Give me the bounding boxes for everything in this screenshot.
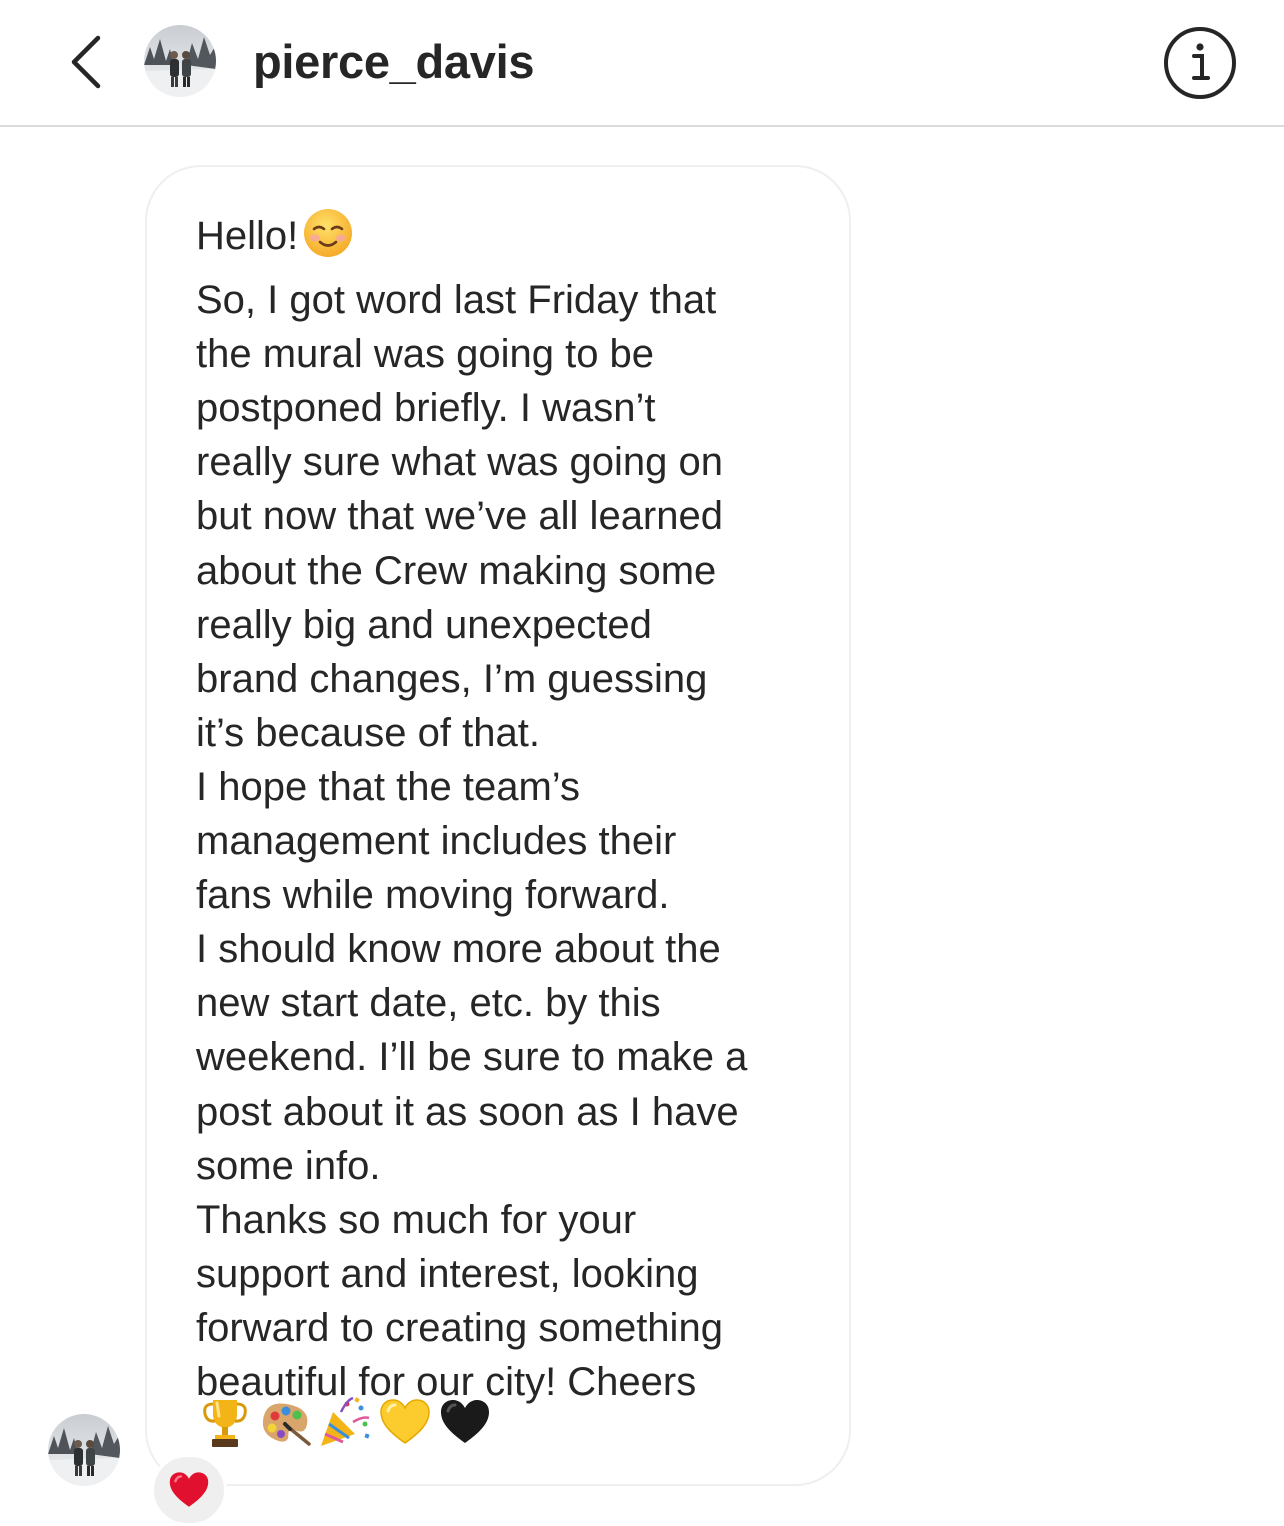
message-line: it’s because of that. xyxy=(196,710,540,755)
message-line: but now that we’ve all learned xyxy=(196,494,723,539)
message-text: Hello! So, I got word last Friday that t… xyxy=(196,207,816,1409)
red-heart-icon xyxy=(169,1472,209,1507)
chat-header: pierce_davis xyxy=(0,0,1284,127)
message-line: forward to creating something xyxy=(196,1305,723,1350)
message-line: post about it as soon as I have xyxy=(196,1089,739,1134)
info-circle-icon xyxy=(1164,27,1236,99)
avatar-photo xyxy=(144,25,216,97)
chevron-left-icon xyxy=(71,35,101,89)
message-line: management includes their xyxy=(196,819,677,864)
message-line: I should know more about the xyxy=(196,927,721,972)
message-line: brand changes, I’m guessing xyxy=(196,656,708,701)
message-line: fans while moving forward. xyxy=(196,873,670,918)
chat-username[interactable]: pierce_davis xyxy=(253,34,535,89)
sender-avatar[interactable] xyxy=(48,1414,120,1486)
message-line: I hope that the team’s xyxy=(196,764,580,809)
message-line: Thanks so much for your xyxy=(196,1197,637,1242)
message-line: about the Crew making some xyxy=(196,548,717,593)
trophy-icon xyxy=(196,1394,254,1450)
avatar[interactable] xyxy=(144,25,216,97)
message-line: weekend. I’ll be sure to make a xyxy=(196,1035,748,1080)
emoji-row xyxy=(196,1394,494,1450)
message-line: postponed briefly. I wasn’t xyxy=(196,386,656,431)
message-line: So, I got word last Friday that xyxy=(196,278,717,323)
party-popper-icon xyxy=(316,1394,374,1450)
black-heart-icon xyxy=(436,1394,494,1450)
message-line: Hello! xyxy=(196,214,299,258)
yellow-heart-icon xyxy=(376,1394,434,1450)
message-line: the mural was going to be xyxy=(196,332,655,377)
message-line: support and interest, looking xyxy=(196,1251,699,1296)
heart-reaction[interactable] xyxy=(151,1454,227,1526)
message-line: really big and unexpected xyxy=(196,602,652,647)
smiling-face-icon xyxy=(302,207,354,273)
artist-palette-icon xyxy=(256,1394,314,1450)
message-line: some info. xyxy=(196,1143,381,1188)
avatar-photo xyxy=(48,1414,120,1486)
back-button[interactable] xyxy=(58,30,114,94)
info-button[interactable] xyxy=(1162,25,1238,101)
message-line: really sure what was going on xyxy=(196,440,723,485)
message-line: new start date, etc. by this xyxy=(196,981,661,1026)
